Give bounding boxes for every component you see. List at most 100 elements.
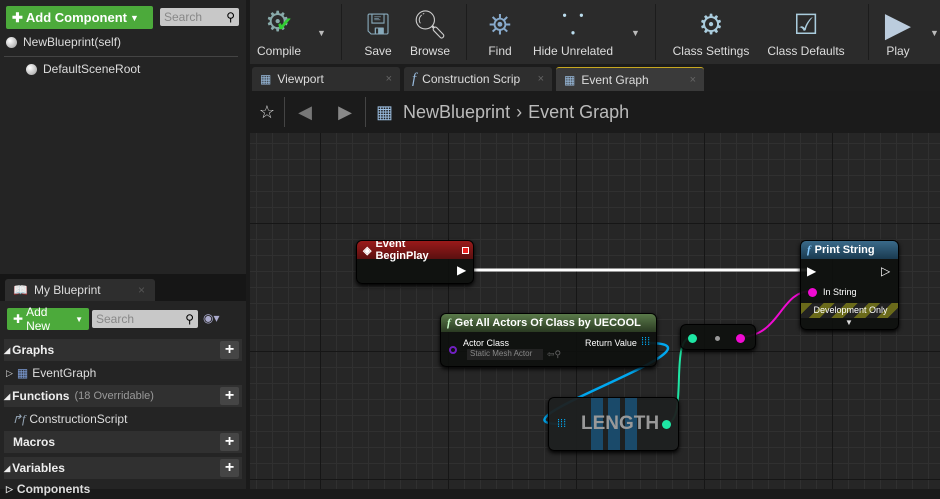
separator [655, 4, 656, 60]
pin-label: In String [823, 287, 857, 297]
int-output-pin[interactable] [662, 420, 671, 429]
add-function-button[interactable]: + [220, 387, 239, 405]
actor-class-select[interactable]: Static Mesh Actor [467, 349, 543, 360]
search-icon: ⚲ [185, 312, 194, 326]
browse-button[interactable]: 🔍︎ Browse [406, 0, 454, 64]
find-button[interactable]: ⛯ Find [480, 0, 520, 64]
compile-button[interactable]: ⚙✔ Compile [254, 0, 304, 64]
search-placeholder: Search [96, 312, 135, 326]
button-label: Hide Unrelated [532, 44, 614, 58]
add-component-button[interactable]: ✚ Add Component ▼ [6, 6, 153, 29]
close-icon[interactable]: × [386, 73, 392, 85]
book-icon: 📖 [13, 283, 28, 297]
search-placeholder: Search [164, 10, 203, 24]
collapse-icon: ◢ [4, 345, 11, 355]
close-icon[interactable]: × [538, 73, 544, 85]
component-search-input[interactable]: Search ⚲ [160, 8, 239, 26]
play-button[interactable]: ▶ Play [876, 0, 920, 64]
tab-event-graph[interactable]: ▦ Event Graph × [556, 67, 704, 91]
node-reroute-to-string[interactable] [680, 324, 756, 350]
binoculars-icon: ⛯ [488, 9, 512, 40]
button-label: Play [886, 44, 910, 58]
class-settings-button[interactable]: ⚙ Class Settings [670, 0, 752, 64]
pin-label: Actor Class [463, 338, 510, 348]
button-label: Compile [256, 44, 301, 58]
node-get-all-actors-of-class[interactable]: f Get All Actors Of Class by UECOOL Actor… [440, 313, 657, 367]
play-icon: ▶ [884, 6, 912, 44]
graph-icon: ▦ [564, 72, 576, 87]
hide-unrelated-button[interactable]: ⸪ Hide Unrelated [532, 0, 614, 64]
add-new-button[interactable]: ✚ Add New ▼ [7, 305, 89, 333]
item-label: ConstructionScript [29, 412, 128, 426]
button-label: Find [488, 44, 512, 58]
collapse-icon: ◢ [4, 463, 11, 473]
exec-out-pin[interactable]: ▶ [457, 263, 466, 277]
compile-options-dropdown[interactable]: ▼ [317, 28, 326, 38]
tree-item-default-scene-root[interactable]: DefaultSceneRoot [26, 62, 140, 76]
string-output-pin[interactable] [736, 334, 745, 343]
node-title: Get All Actors Of Class by UECOOL [454, 317, 641, 329]
tree-item-self[interactable]: NewBlueprint(self) [6, 35, 121, 49]
actor-class-pin[interactable] [449, 346, 457, 354]
hide-unrelated-nodes-icon: ⸪ [561, 9, 585, 40]
visibility-eye-icon[interactable]: ◉▾ [203, 311, 220, 325]
tab-viewport[interactable]: ▦ Viewport × [252, 67, 400, 91]
left-panel: ✚ Add Component ▼ Search ⚲ NewBlueprint(sel… [0, 0, 246, 496]
compile-gear-check-icon: ⚙✔ [265, 6, 293, 37]
tab-label: Construction Scrip [422, 72, 521, 86]
array-input-pin[interactable]: ⁞⁞⁞ [557, 418, 566, 430]
event-graph-canvas[interactable]: ◈ Event BeginPlay ▶ f Print String ▶ ▷ In … [250, 133, 940, 489]
int-input-pin[interactable] [688, 334, 697, 343]
close-icon[interactable]: × [690, 74, 696, 86]
search-icon: ⚲ [226, 10, 235, 24]
add-variable-button[interactable]: + [220, 459, 239, 477]
collapse-icon: ◢ [4, 391, 11, 401]
section-functions[interactable]: ◢ Functions (18 Overridable) + [4, 385, 242, 407]
return-value-array-pin[interactable]: ⁞⁞⁞ [641, 336, 650, 348]
magnifier-icon: 🔍︎ [412, 9, 448, 40]
breadcrumb-root[interactable]: NewBlueprint [403, 102, 510, 123]
in-string-pin[interactable] [808, 288, 817, 297]
node-print-string[interactable]: f Print String ▶ ▷ In String Development … [800, 240, 899, 330]
section-components[interactable]: ▷ Components [6, 479, 90, 499]
delegate-pin[interactable] [462, 246, 469, 254]
breadcrumb-current: Event Graph [528, 101, 630, 122]
list-item-construction-script[interactable]: ↱f ConstructionScript [12, 409, 127, 429]
node-event-begin-play[interactable]: ◈ Event BeginPlay ▶ [356, 240, 474, 284]
tab-my-blueprint[interactable]: 📖 My Blueprint × [5, 279, 155, 301]
hide-unrelated-dropdown[interactable]: ▼ [631, 28, 640, 38]
section-label: Macros [13, 435, 56, 449]
class-defaults-button[interactable]: ☑ Class Defaults [764, 0, 848, 64]
expand-arrow-icon[interactable]: ▼ [845, 318, 853, 327]
function-icon: f [807, 244, 811, 256]
close-icon[interactable]: × [138, 283, 145, 297]
my-blueprint-search-input[interactable]: Search ⚲ [92, 310, 198, 328]
save-button[interactable]: 🖫 Save [358, 0, 398, 64]
use-selected-arrow-icon[interactable]: ⇦⚲ [547, 349, 561, 360]
section-variables[interactable]: ◢ Variables + [4, 457, 242, 479]
play-options-dropdown[interactable]: ▼ [930, 28, 939, 38]
node-array-length[interactable]: ⁞⁞⁞ LENGTH [548, 397, 679, 451]
chevron-down-icon: ▼ [75, 314, 83, 324]
add-graph-button[interactable]: + [220, 341, 239, 359]
development-only-banner: Development Only [801, 303, 898, 318]
tab-label: Event Graph [581, 72, 649, 87]
chevron-right-icon: › [516, 101, 523, 122]
list-item-event-graph[interactable]: ▷ ▦ EventGraph [6, 363, 96, 383]
function-icon: f [412, 70, 417, 87]
exec-in-pin[interactable]: ▶ [807, 264, 816, 278]
section-macros[interactable]: Macros + [4, 431, 242, 453]
tree-item-label: NewBlueprint(self) [23, 35, 122, 49]
favorite-star-icon[interactable]: ☆ [250, 102, 284, 123]
section-graphs[interactable]: ◢ Graphs + [4, 339, 242, 361]
function-icon: ↱f [12, 411, 26, 426]
expand-icon: ▷ [6, 367, 13, 378]
back-arrow-icon[interactable]: ◀ [285, 102, 325, 123]
tab-construction-script[interactable]: f Construction Scrip × [404, 67, 552, 91]
node-title: Event BeginPlay [375, 240, 429, 262]
exec-out-pin[interactable]: ▷ [881, 264, 890, 278]
forward-arrow-icon[interactable]: ▶ [325, 102, 365, 123]
button-label: Save [364, 44, 392, 58]
function-icon: f [447, 317, 451, 329]
add-macro-button[interactable]: + [220, 433, 239, 451]
